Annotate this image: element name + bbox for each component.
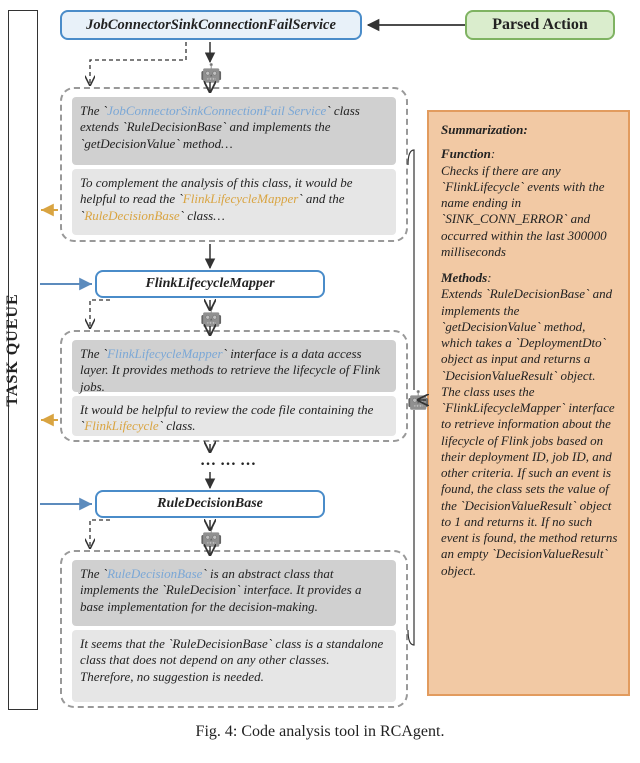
class-ref: FlinkLifecycle [84,418,158,433]
diagram-stage: TASK QUEUE JobConnectorSinkConnectionFai… [0,0,640,720]
class-ref: RuleDecisionBase [107,566,202,581]
card2-quote-top: The `FlinkLifecycleMapper` interface is … [72,340,396,392]
class-ref: JobConnectorSinkConnectionFail Service [107,103,326,118]
service-class-box: JobConnectorSinkConnectionFailService [60,10,362,40]
analysis-card-2: The `FlinkLifecycleMapper` interface is … [60,330,408,442]
analysis-card-3: The `RuleDecisionBase` is an abstract cl… [60,550,408,708]
text: The ` [80,346,107,361]
label: Function [441,146,491,161]
summary-methods: Methods: Extends `RuleDecisionBase` and … [441,270,618,579]
analysis-card-1: The `JobConnectorSinkConnectionFail Serv… [60,87,408,242]
text: The ` [80,103,107,118]
text: ` class. [159,418,196,433]
code-ref: RuleDecisionBase [172,636,267,651]
parsed-action-box: Parsed Action [465,10,615,40]
text: Checks if there are any `FlinkLifecycle`… [441,163,607,259]
robot-icon: 🤖 [200,63,222,84]
summary-panel: Summarization: Function: Checks if there… [427,110,630,696]
code-ref: getDecisionValue [84,136,175,151]
robot-icon: 🤖 [200,527,222,548]
text: It seems that the ` [80,636,172,651]
text: The ` [80,566,107,581]
card1-quote-bottom: To complement the analysis of this class… [72,169,396,235]
card3-quote-bottom: It seems that the `RuleDecisionBase` cla… [72,630,396,702]
summary-title: Summarization: [441,122,618,138]
robot-icon: 🤖 [200,307,222,328]
card2-quote-bottom: It would be helpful to review the code f… [72,396,396,436]
summary-function: Function: Checks if there are any `Flink… [441,146,618,260]
class-title-flinklifecyclemapper: FlinkLifecycleMapper [95,270,325,298]
card3-quote-top: The `RuleDecisionBase` is an abstract cl… [72,560,396,626]
card1-quote-top: The `JobConnectorSinkConnectionFail Serv… [72,97,396,165]
class-ref: FlinkLifecycleMapper [183,191,299,206]
code-ref: RuleDecision [166,582,236,597]
task-queue-label: TASK QUEUE [4,293,22,406]
text: ` class… [180,208,225,223]
class-ref: RuleDecisionBase [84,208,179,223]
text: Extends `RuleDecisionBase` and implement… [441,286,617,577]
code-ref: RuleDecisionBase [127,119,222,134]
class-ref: FlinkLifecycleMapper [107,346,223,361]
robot-icon: 🤖 [407,390,429,411]
ellipsis: … … … [200,452,256,470]
figure-caption: Fig. 4: Code analysis tool in RCAgent. [0,723,640,741]
text: ` method… [175,136,232,151]
text: Therefore, no suggestion is needed. [80,669,264,684]
class-title-ruledecisionbase: RuleDecisionBase [95,490,325,518]
label: Methods [441,270,487,285]
